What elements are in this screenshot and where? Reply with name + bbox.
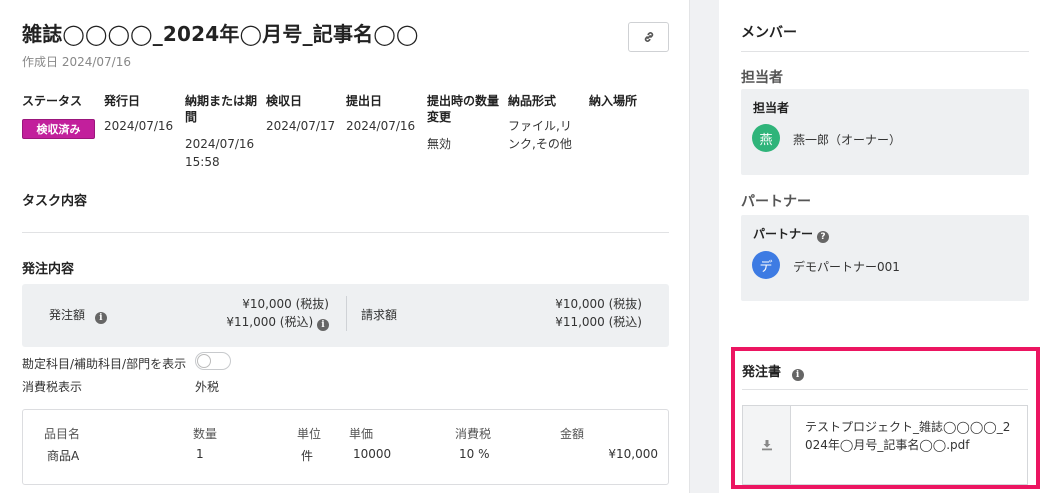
issue-date-value: 2024/07/16 — [104, 119, 174, 133]
info-icon[interactable]: i — [94, 312, 107, 324]
quantity-change-header-line1: 提出時の数量 — [427, 94, 500, 108]
order-amount-values: ¥10,000 (税抜) ¥11,000 (税込) i — [189, 295, 329, 331]
sidebar-divider — [741, 51, 1029, 52]
assignee-name[interactable]: 燕一郎（オーナー） — [793, 131, 901, 148]
col-header-quantity: 数量 — [193, 427, 218, 441]
items-table: 品目名 数量 単位 単価 消費税 金額 商品A 1 件 10000 10 % ¥… — [22, 409, 669, 485]
link-icon — [644, 32, 653, 42]
col-header-tax: 消費税 — [455, 427, 492, 441]
assignee-section-title: 担当者 — [741, 70, 783, 86]
highlight-frame — [731, 347, 1040, 489]
cell-unit: 件 — [301, 449, 314, 463]
deadline-date: 2024/07/16 — [185, 137, 255, 151]
order-amount-excl: ¥10,000 (税抜) — [242, 297, 329, 311]
account-display-toggle[interactable] — [195, 352, 231, 370]
order-amount-label-wrap: 発注額 i — [49, 306, 107, 324]
amount-separator — [346, 296, 347, 331]
cell-item-name: 商品A — [47, 449, 80, 463]
col-header-unit: 単位 — [297, 427, 322, 441]
cell-unit-price: 10000 — [353, 447, 392, 461]
invoice-amount-values: ¥10,000 (税抜) ¥11,000 (税込) — [502, 295, 642, 331]
order-amount-incl: ¥11,000 (税込) — [226, 315, 314, 329]
partner-box: パートナー? デ デモパートナー001 — [741, 215, 1029, 301]
quantity-change-header-line2: 変更 — [427, 110, 452, 124]
submission-date-header: 提出日 — [346, 94, 383, 108]
task-section-title: タスク内容 — [22, 194, 88, 209]
copy-link-button[interactable] — [628, 22, 669, 52]
deadline-time: 15:58 — [185, 155, 220, 169]
order-amount-label: 発注額 — [49, 308, 86, 322]
status-badge: 検収済み — [22, 119, 95, 139]
partner-head: パートナー — [753, 227, 814, 241]
deadline-header-line1: 納期または期 — [185, 94, 258, 108]
partner-section-title: パートナー — [741, 194, 811, 210]
order-amount-incl-wrap: ¥11,000 (税込) i — [189, 313, 329, 331]
inspection-date-header: 検収日 — [266, 94, 303, 108]
deadline-header: 納期または期間 — [185, 93, 257, 125]
delivery-format-line2: ンク,その他 — [508, 137, 572, 151]
delivery-format-value: ファイル,リ ンク,その他 — [508, 117, 572, 153]
partner-name[interactable]: デモパートナー001 — [793, 258, 900, 275]
cell-tax: 10 % — [459, 447, 490, 461]
delivery-place-header: 納入場所 — [589, 94, 638, 108]
info-icon[interactable]: i — [317, 319, 329, 331]
delivery-format-line1: ファイル,リ — [508, 119, 572, 133]
col-header-unit-price: 単価 — [349, 427, 374, 441]
avatar: 燕 — [752, 124, 780, 152]
col-header-amount: 金額 — [560, 427, 585, 441]
assignee-box: 担当者 燕 燕一郎（オーナー） — [741, 89, 1029, 175]
issue-date-header: 発行日 — [104, 94, 141, 108]
invoice-amount-label: 請求額 — [361, 308, 398, 322]
toggle-knob — [197, 354, 211, 368]
cell-quantity: 1 — [196, 447, 204, 461]
partner-head-wrap: パートナー? — [753, 225, 830, 243]
delivery-format-header: 納品形式 — [508, 94, 557, 108]
avatar: デ — [752, 251, 780, 279]
sidebar-title: メンバー — [741, 25, 797, 41]
invoice-amount-incl: ¥11,000 (税込) — [555, 315, 642, 329]
col-header-item: 品目名 — [44, 427, 81, 441]
question-icon[interactable]: ? — [817, 231, 830, 243]
inspection-date-value: 2024/07/17 — [266, 119, 336, 133]
created-date: 作成日 2024/07/16 — [22, 55, 131, 69]
cell-amount: ¥10,000 — [608, 447, 658, 461]
order-section-title: 発注内容 — [22, 262, 75, 277]
status-header: ステータス — [22, 94, 83, 108]
order-amount-box: 発注額 i ¥10,000 (税抜) ¥11,000 (税込) i 請求額 ¥1… — [22, 284, 669, 347]
account-toggle-label: 勘定科目/補助科目/部門を表示 — [22, 357, 187, 371]
page-title: 雑誌◯◯◯◯_2024年◯月号_記事名◯◯ — [22, 22, 419, 46]
invoice-amount-excl: ¥10,000 (税抜) — [555, 297, 642, 311]
tax-display-label: 消費税表示 — [22, 380, 83, 394]
quantity-change-header: 提出時の数量 変更 — [427, 93, 499, 125]
deadline-header-line2: 間 — [185, 110, 198, 124]
tax-display-value: 外税 — [195, 380, 220, 394]
section-divider — [22, 232, 669, 233]
quantity-change-value: 無効 — [427, 137, 452, 151]
deadline-value: 2024/07/16 15:58 — [185, 135, 254, 171]
assignee-head: 担当者 — [753, 101, 790, 115]
submission-date-value: 2024/07/16 — [346, 119, 416, 133]
